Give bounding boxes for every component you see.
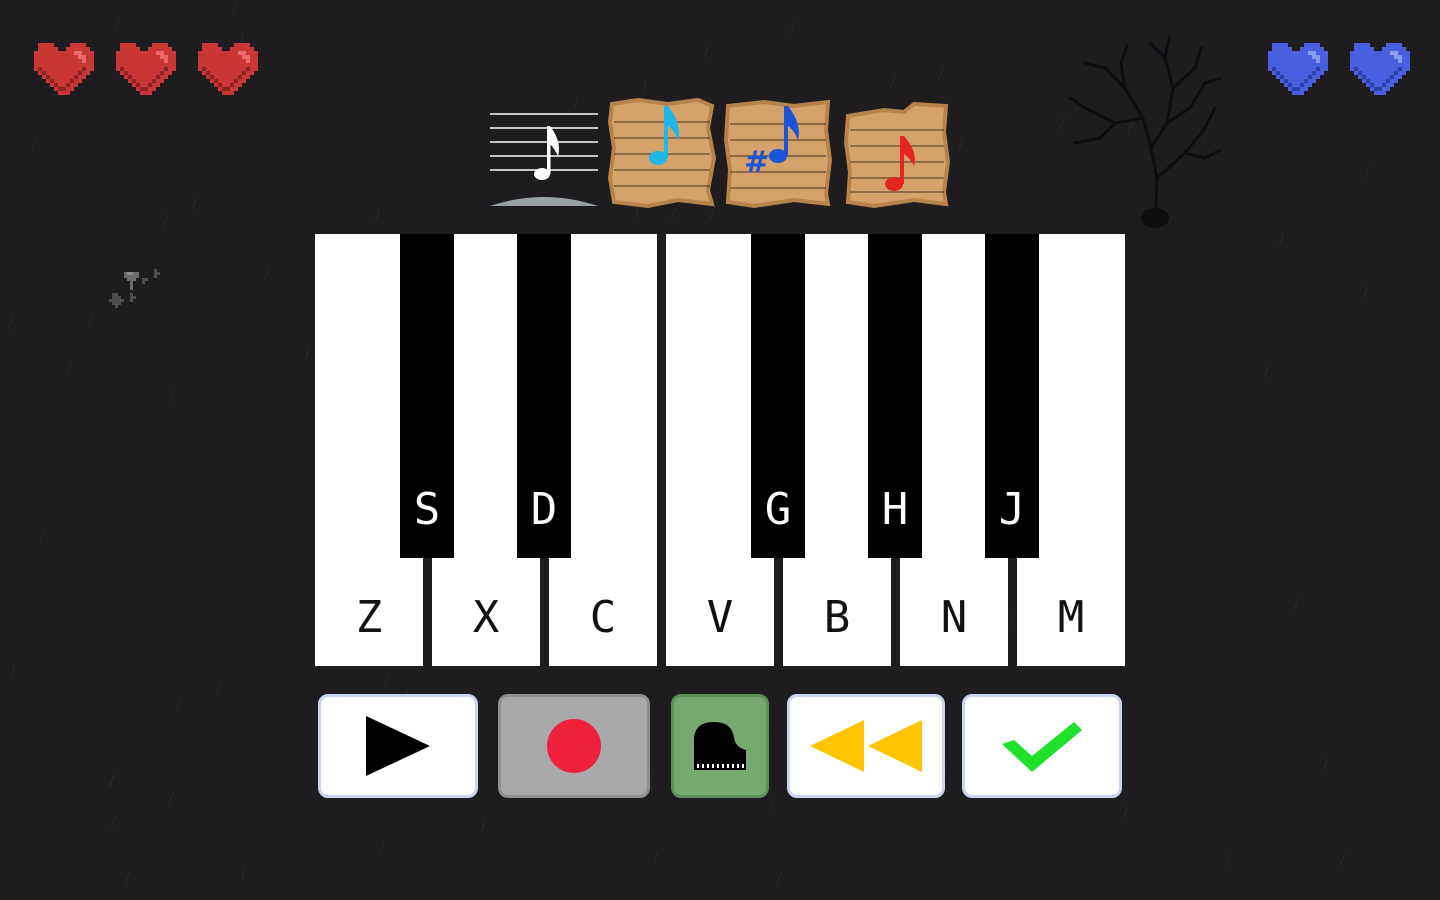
black-key-d[interactable]: D: [517, 234, 571, 558]
rain-drop: [1263, 365, 1270, 379]
rain-drop: [383, 674, 390, 688]
sheet-card-sharp[interactable]: #: [724, 100, 832, 208]
sheet-card-blue[interactable]: [608, 98, 716, 208]
rain-drop: [776, 871, 783, 885]
play-button[interactable]: [318, 694, 478, 798]
red-heart-icon: [34, 43, 94, 95]
key-label: H: [881, 484, 909, 535]
game-stage: # Z X C V B N M S D G H J: [0, 0, 1440, 900]
black-key-j[interactable]: J: [985, 234, 1039, 558]
rain-drop: [31, 135, 38, 149]
grand-piano-icon: [694, 722, 746, 770]
rewind-icon: [810, 720, 922, 772]
key-label: M: [1057, 592, 1085, 643]
sheet-card-red[interactable]: [844, 102, 950, 208]
blue-heart-icon: [1268, 43, 1328, 95]
rain-drop: [7, 316, 14, 330]
black-key-s[interactable]: S: [400, 234, 454, 558]
rain-drop: [649, 767, 656, 781]
eighth-note-white-icon: [534, 126, 559, 180]
rain-drop: [9, 665, 16, 679]
dead-tree-icon: [1067, 36, 1223, 228]
black-key-h[interactable]: H: [868, 234, 922, 558]
confirm-button[interactable]: [962, 694, 1122, 798]
rain-drop: [1362, 285, 1369, 299]
key-label: J: [998, 484, 1026, 535]
rain-drop: [1339, 853, 1346, 867]
red-heart-icon: [116, 43, 176, 95]
key-label: V: [706, 592, 734, 643]
black-key-g[interactable]: G: [751, 234, 805, 558]
red-heart-icon: [198, 43, 258, 95]
record-button[interactable]: [498, 694, 650, 798]
rain-drop: [957, 139, 964, 153]
rewind-button[interactable]: [787, 694, 945, 798]
instrument-button[interactable]: [671, 694, 769, 798]
svg-text:#: #: [744, 145, 769, 180]
rain-drop: [889, 75, 896, 89]
rain-drop: [789, 21, 796, 35]
player-hearts: [30, 38, 258, 100]
melody-sheets: #: [488, 98, 958, 210]
rain-drop: [110, 815, 117, 829]
rain-drop: [240, 867, 247, 881]
key-label: X: [472, 592, 500, 643]
rain-drop: [703, 45, 710, 59]
rain-drop: [652, 851, 659, 865]
critter-sprite: [109, 269, 160, 308]
rain-drop: [641, 79, 648, 93]
rain-drop: [162, 214, 169, 228]
key-label: C: [589, 592, 617, 643]
rain-drop: [175, 698, 182, 712]
rain-drop: [1363, 166, 1370, 180]
rain-drop: [769, 797, 776, 811]
checkmark-icon: [1002, 722, 1082, 772]
rain-drop: [113, 18, 120, 32]
rain-drop: [374, 208, 381, 222]
key-label: N: [940, 592, 968, 643]
key-label: S: [413, 484, 441, 535]
rain-drop: [1293, 596, 1300, 610]
key-label: B: [823, 592, 851, 643]
key-label: D: [530, 484, 558, 535]
rain-drop: [168, 791, 175, 805]
rain-drop: [1122, 805, 1129, 819]
record-icon: [547, 719, 601, 773]
rain-drop: [191, 197, 198, 211]
sheet-staff-white[interactable]: [488, 108, 600, 208]
rain-drop: [169, 390, 176, 404]
play-icon: [366, 716, 430, 776]
rain-drop: [39, 528, 46, 542]
rain-drop: [65, 362, 72, 376]
rain-drop: [1322, 757, 1329, 771]
rain-drop: [263, 267, 270, 281]
blue-heart-icon: [1350, 43, 1410, 95]
rain-drop: [378, 841, 385, 855]
rival-hearts: [1264, 38, 1410, 100]
piano-keyboard: Z X C V B N M S D G H J: [315, 234, 1125, 666]
rain-drop: [232, 0, 239, 14]
rain-drop: [480, 818, 487, 832]
rain-drop: [88, 312, 95, 326]
key-label: Z: [355, 592, 383, 643]
rain-drop: [216, 680, 223, 694]
rain-drop: [124, 871, 131, 885]
key-label: G: [764, 484, 792, 535]
rain-drop: [1278, 232, 1285, 246]
rain-drop: [304, 346, 311, 360]
rain-drop: [1224, 852, 1231, 866]
rain-drop: [937, 67, 944, 81]
